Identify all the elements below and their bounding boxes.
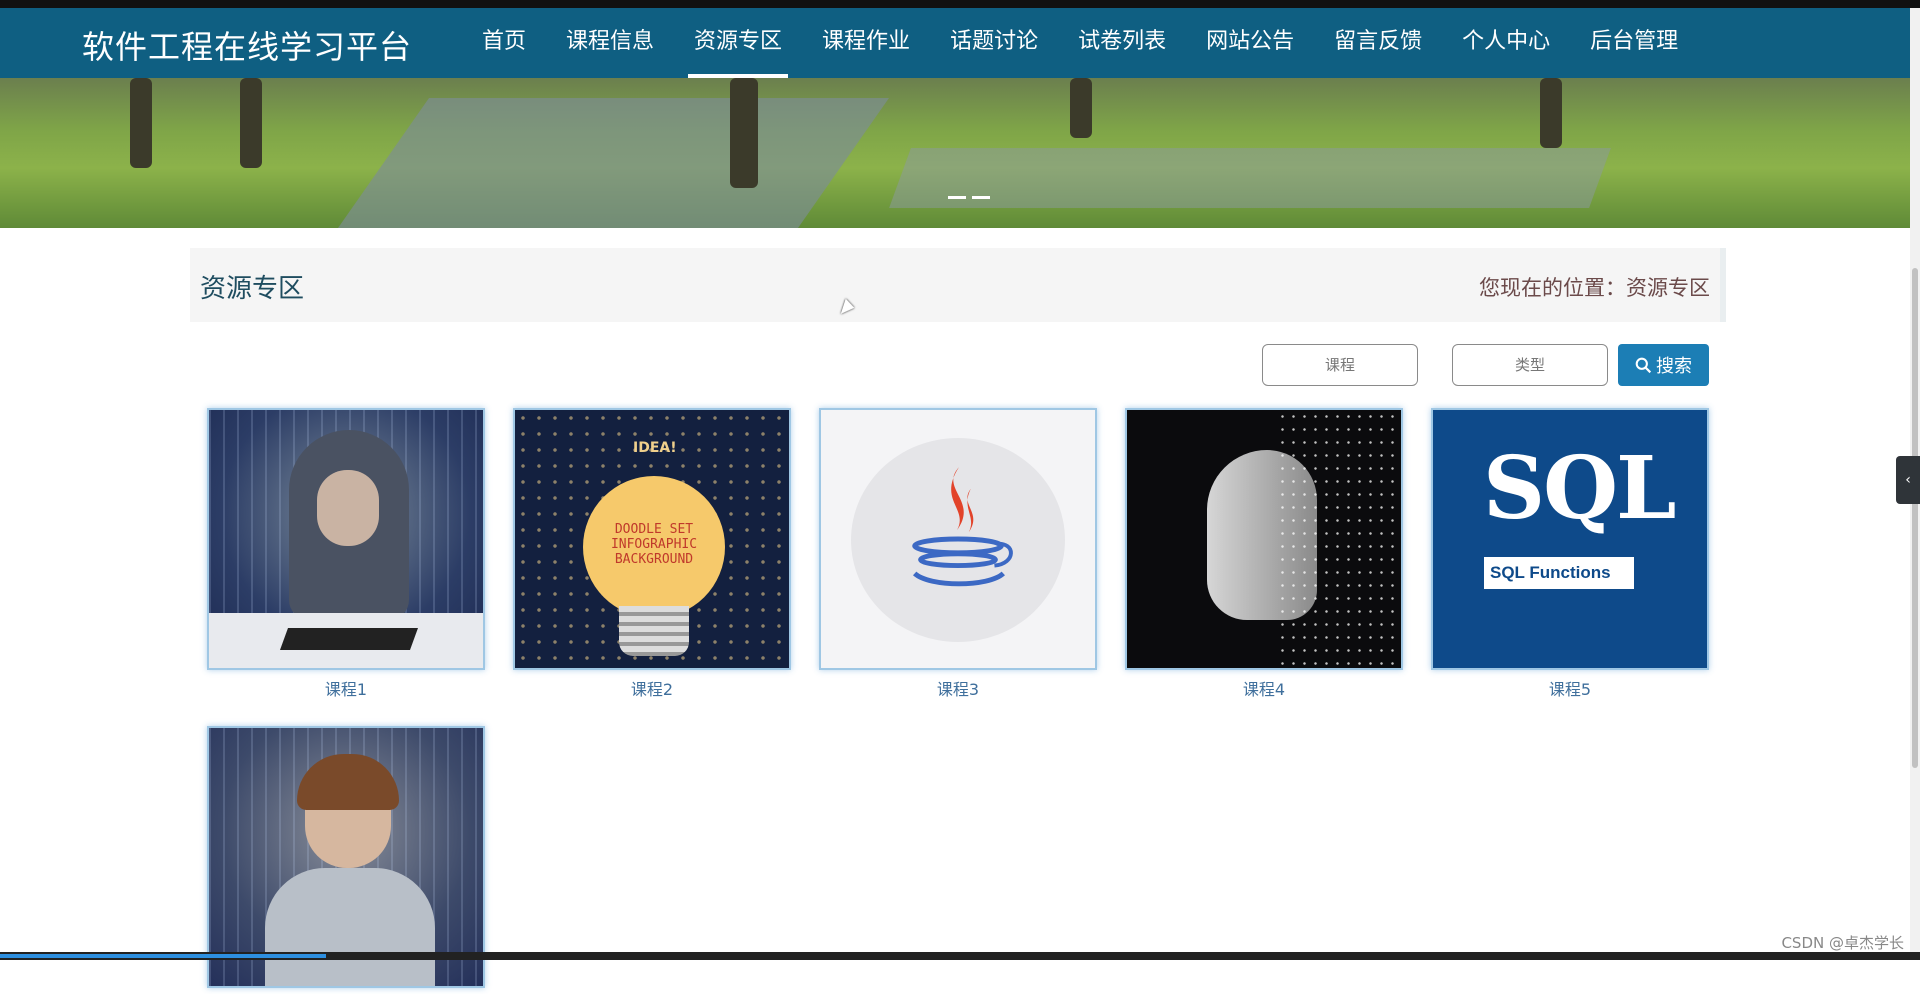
resource-thumbnail[interactable]: IDEA! DOODLE SET INFOGRAPHIC BACKGROUND (513, 408, 791, 670)
search-icon (1635, 357, 1652, 373)
resource-thumbnail[interactable] (819, 408, 1097, 670)
nav-item-course-info[interactable]: 课程信息 (546, 8, 674, 78)
resource-card[interactable]: 课程1 (207, 408, 485, 700)
carousel-indicator[interactable] (948, 196, 990, 199)
resource-title[interactable]: 课程5 (1431, 676, 1709, 700)
top-strip (0, 0, 1920, 8)
course-search-input[interactable] (1262, 344, 1418, 386)
resource-title[interactable]: 课程2 (513, 676, 791, 700)
resource-card[interactable]: 课程4 (1125, 408, 1403, 700)
thumb-text: DOODLE SET INFOGRAPHIC BACKGROUND (610, 522, 698, 567)
breadcrumb: 您现在的位置：资源专区 (1479, 276, 1710, 300)
java-logo-icon (912, 467, 1013, 587)
resource-thumbnail[interactable] (1125, 408, 1403, 670)
type-search-input[interactable] (1452, 344, 1608, 386)
section-header: 资源专区 您现在的位置：资源专区 (190, 248, 1726, 322)
site-title[interactable]: 软件工程在线学习平台 (82, 22, 412, 68)
nav-item-announcements[interactable]: 网站公告 (1186, 8, 1314, 78)
chevron-left-icon: ‹ (1905, 472, 1911, 488)
progress-fill (0, 954, 327, 958)
thumb-text: SQL Functions (1483, 556, 1635, 590)
banner-carousel (0, 78, 1910, 228)
nav-item-exam-list[interactable]: 试卷列表 (1058, 8, 1186, 78)
nav-item-resources[interactable]: 资源专区 (674, 8, 802, 78)
search-button[interactable]: 搜索 (1618, 344, 1709, 386)
resource-card[interactable]: 课程3 (819, 408, 1097, 700)
resource-card[interactable]: SQL SQL Functions 课程5 (1431, 408, 1709, 700)
watermark: CSDN @卓杰学长 (1781, 934, 1904, 952)
nav-item-homework[interactable]: 课程作业 (802, 8, 930, 78)
page-title: 资源专区 (200, 274, 305, 304)
thumb-text: SQL (1483, 438, 1676, 539)
resource-title[interactable]: 课程4 (1125, 676, 1403, 700)
nav-item-home[interactable]: 首页 (462, 8, 546, 78)
resource-thumbnail[interactable]: SQL SQL Functions (1431, 408, 1709, 670)
resource-title[interactable]: 课程3 (819, 676, 1097, 700)
resource-thumbnail[interactable] (207, 408, 485, 670)
nav-item-feedback[interactable]: 留言反馈 (1314, 8, 1442, 78)
nav-menu: 首页 课程信息 资源专区 课程作业 话题讨论 试卷列表 网站公告 留言反馈 个人… (462, 8, 1698, 78)
nav-item-admin[interactable]: 后台管理 (1570, 8, 1698, 78)
search-bar: 搜索 (1262, 344, 1709, 386)
resource-thumbnail[interactable] (207, 726, 485, 988)
resource-title[interactable]: 课程1 (207, 676, 485, 700)
resource-card[interactable]: IDEA! DOODLE SET INFOGRAPHIC BACKGROUND … (513, 408, 791, 700)
search-button-label: 搜索 (1656, 356, 1692, 377)
side-panel-toggle[interactable]: ‹ (1896, 456, 1920, 504)
thumb-text: IDEA! (633, 440, 677, 456)
nav-item-user-center[interactable]: 个人中心 (1442, 8, 1570, 78)
nav-item-discussion[interactable]: 话题讨论 (930, 8, 1058, 78)
navbar: 软件工程在线学习平台 首页 课程信息 资源专区 课程作业 话题讨论 试卷列表 网… (0, 8, 1910, 78)
video-progress-bar[interactable] (0, 952, 1920, 960)
scrollbar-thumb[interactable] (1912, 268, 1918, 768)
